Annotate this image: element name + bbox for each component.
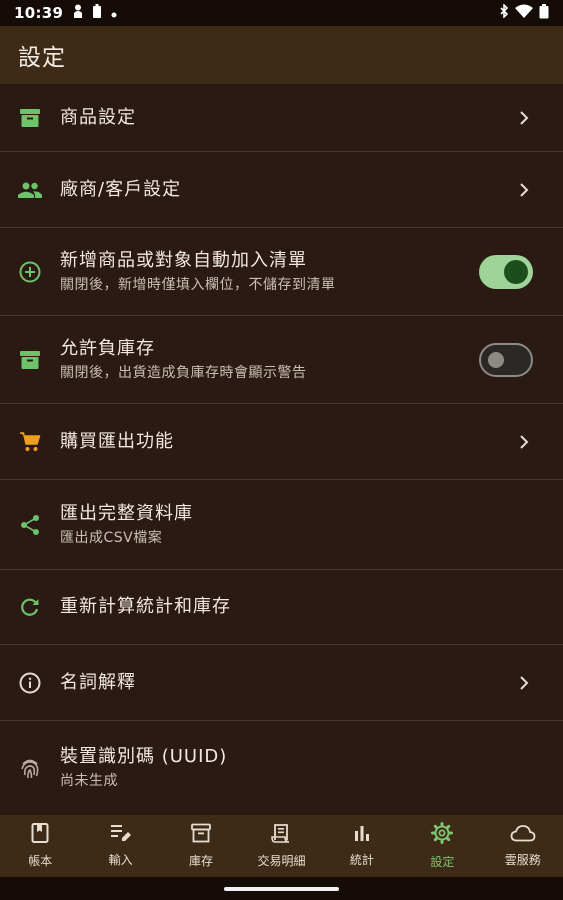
toggle-knob (488, 351, 504, 368)
nav-item-ledger[interactable]: 帳本 (0, 815, 80, 877)
chevron-right-icon (517, 182, 531, 197)
setting-title: 裝置識別碼 (UUID) (60, 746, 228, 767)
setting-title: 購買匯出功能 (60, 430, 174, 452)
setting-row-export-db[interactable]: 匯出完整資料庫 匯出成CSV檔案 (0, 480, 563, 570)
auto-add-toggle[interactable] (479, 254, 533, 289)
status-bar: 10:39 (0, 0, 563, 26)
page-title: 設定 (18, 45, 66, 71)
book-icon (31, 823, 49, 847)
add-circle-icon (18, 260, 42, 284)
nav-item-input[interactable]: 輸入 (80, 815, 160, 877)
setting-title: 廠商/客戶設定 (60, 178, 182, 200)
setting-row-products[interactable]: 商品設定 (0, 84, 563, 152)
setting-title: 匯出完整資料庫 (60, 502, 193, 524)
settings-list: 商品設定 廠商/客戶設定 新增商品或對象自動加入清單 關閉後，新增時僅填入欄位，… (0, 84, 563, 815)
setting-title: 新增商品或對象自動加入清單 (60, 249, 307, 271)
setting-subtitle: 尚未生成 (60, 773, 118, 789)
nav-label: 交易明細 (257, 854, 306, 868)
app-bar: 設定 (0, 26, 563, 84)
nav-label: 帳本 (28, 854, 53, 868)
setting-subtitle: 關閉後，新增時僅填入欄位，不儲存到清單 (60, 276, 336, 293)
bar-chart-icon (353, 824, 371, 846)
setting-row-uuid[interactable]: 裝置識別碼 (UUID) 尚未生成 (0, 721, 563, 815)
chevron-right-icon (517, 434, 531, 449)
gesture-handle[interactable] (224, 887, 339, 891)
nav-item-settings[interactable]: 設定 (402, 815, 482, 877)
setting-subtitle: 關閉後，出貨造成負庫存時會顯示警告 (60, 364, 307, 381)
dot-icon (111, 4, 117, 22)
refresh-icon (18, 595, 42, 619)
setting-row-glossary[interactable]: 名詞解釋 (0, 645, 563, 721)
status-time: 10:39 (14, 4, 64, 22)
setting-row-auto-add[interactable]: 新增商品或對象自動加入清單 關閉後，新增時僅填入欄位，不儲存到清單 (0, 228, 563, 316)
person-icon (73, 4, 83, 22)
receipt-icon (271, 823, 291, 847)
negative-stock-toggle[interactable] (479, 342, 533, 377)
system-gesture-area (0, 877, 563, 900)
battery-saver-icon (93, 4, 102, 22)
battery-icon (539, 3, 549, 23)
nav-label: 設定 (430, 855, 455, 869)
setting-title: 允許負庫存 (60, 337, 155, 359)
archive-icon (18, 106, 42, 130)
toggle-knob (504, 259, 528, 284)
info-icon (18, 671, 42, 695)
setting-row-vendors[interactable]: 廠商/客戶設定 (0, 152, 563, 228)
gear-icon (431, 822, 454, 848)
setting-row-purchase-export[interactable]: 購買匯出功能 (0, 404, 563, 480)
setting-title: 商品設定 (60, 106, 136, 128)
edit-list-icon (110, 824, 131, 846)
chevron-right-icon (517, 110, 531, 125)
nav-item-stats[interactable]: 統計 (322, 815, 402, 877)
chevron-right-icon (517, 675, 531, 690)
nav-item-cloud[interactable]: 雲服務 (483, 815, 563, 877)
archive-icon (191, 823, 211, 847)
setting-title: 名詞解釋 (60, 671, 136, 693)
wifi-icon (515, 4, 533, 22)
nav-label: 庫存 (189, 854, 214, 868)
cloud-icon (510, 824, 536, 846)
share-icon (18, 513, 42, 537)
nav-item-inventory[interactable]: 庫存 (161, 815, 241, 877)
bottom-navigation: 帳本 輸入 庫存 交易明細 統計 設定 雲服務 (0, 815, 563, 877)
fingerprint-icon (18, 756, 42, 780)
setting-title: 重新計算統計和庫存 (60, 596, 231, 617)
nav-label: 雲服務 (504, 853, 541, 867)
nav-label: 統計 (349, 853, 374, 867)
nav-item-transactions[interactable]: 交易明細 (241, 815, 321, 877)
setting-row-recalc[interactable]: 重新計算統計和庫存 (0, 570, 563, 645)
bluetooth-icon (499, 3, 509, 22)
people-icon (18, 178, 42, 202)
nav-label: 輸入 (108, 853, 133, 867)
cart-icon (18, 430, 42, 454)
setting-subtitle: 匯出成CSV檔案 (60, 529, 163, 546)
archive-icon (18, 348, 42, 372)
setting-row-negative-stock[interactable]: 允許負庫存 關閉後，出貨造成負庫存時會顯示警告 (0, 316, 563, 404)
